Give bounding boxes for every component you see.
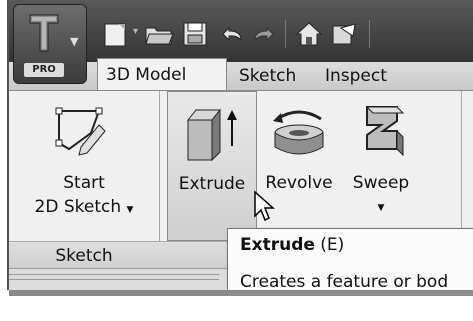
tab-3d-model[interactable]: 3D Model	[97, 58, 227, 90]
toolbar-divider	[285, 20, 286, 48]
tooltip-description: Creates a feature or bod	[240, 272, 449, 290]
undo-icon[interactable]	[215, 18, 247, 50]
panel-title-sketch[interactable]: Sketch	[9, 242, 159, 270]
tooltip-shortcut: (E)	[320, 235, 345, 255]
inventor-logo-icon	[29, 14, 59, 52]
tab-inspect[interactable]: Inspect	[317, 62, 395, 90]
return-icon[interactable]	[329, 18, 361, 50]
save-icon[interactable]	[179, 18, 211, 50]
tab-sketch[interactable]: Sketch	[231, 62, 304, 90]
sweep-label: Sweep	[352, 173, 410, 193]
divider	[9, 274, 219, 275]
chevron-down-icon: ▼	[70, 35, 79, 48]
tooltip: Extrude (E) Creates a feature or bod	[227, 228, 473, 290]
sweep-button[interactable]: Sweep ▼	[341, 91, 421, 241]
window-shadow	[9, 290, 473, 296]
sketch-icon	[55, 107, 106, 156]
extrude-icon	[186, 108, 237, 162]
redo-icon[interactable]	[249, 18, 281, 50]
revolve-icon	[273, 110, 324, 155]
new-dropdown-icon[interactable]: ▾	[133, 26, 138, 37]
chevron-down-icon: ▼	[126, 205, 134, 215]
pro-badge: PRO	[24, 63, 64, 77]
application-window: ▼ PRO ▾ 3D Model Sketch Inspect Start 2D…	[7, 0, 473, 290]
divider	[9, 279, 219, 280]
extrude-button[interactable]: Extrude	[167, 91, 257, 241]
extrude-label: Extrude	[178, 174, 246, 194]
start-sketch-label-line1: Start	[63, 173, 105, 193]
start-sketch-label-line2: 2D Sketch	[34, 197, 122, 217]
home-icon[interactable]	[293, 18, 325, 50]
application-menu-button[interactable]: ▼ PRO	[13, 4, 87, 84]
mouse-pointer-icon	[254, 190, 275, 222]
new-file-icon[interactable]	[101, 18, 133, 50]
tooltip-title: Extrude	[240, 235, 315, 255]
sweep-icon	[365, 106, 405, 157]
start-2d-sketch-button[interactable]: Start 2D Sketch ▼	[9, 91, 159, 241]
toolbar-divider	[369, 20, 370, 48]
open-folder-icon[interactable]	[143, 18, 175, 50]
chevron-down-icon: ▼	[377, 203, 385, 213]
